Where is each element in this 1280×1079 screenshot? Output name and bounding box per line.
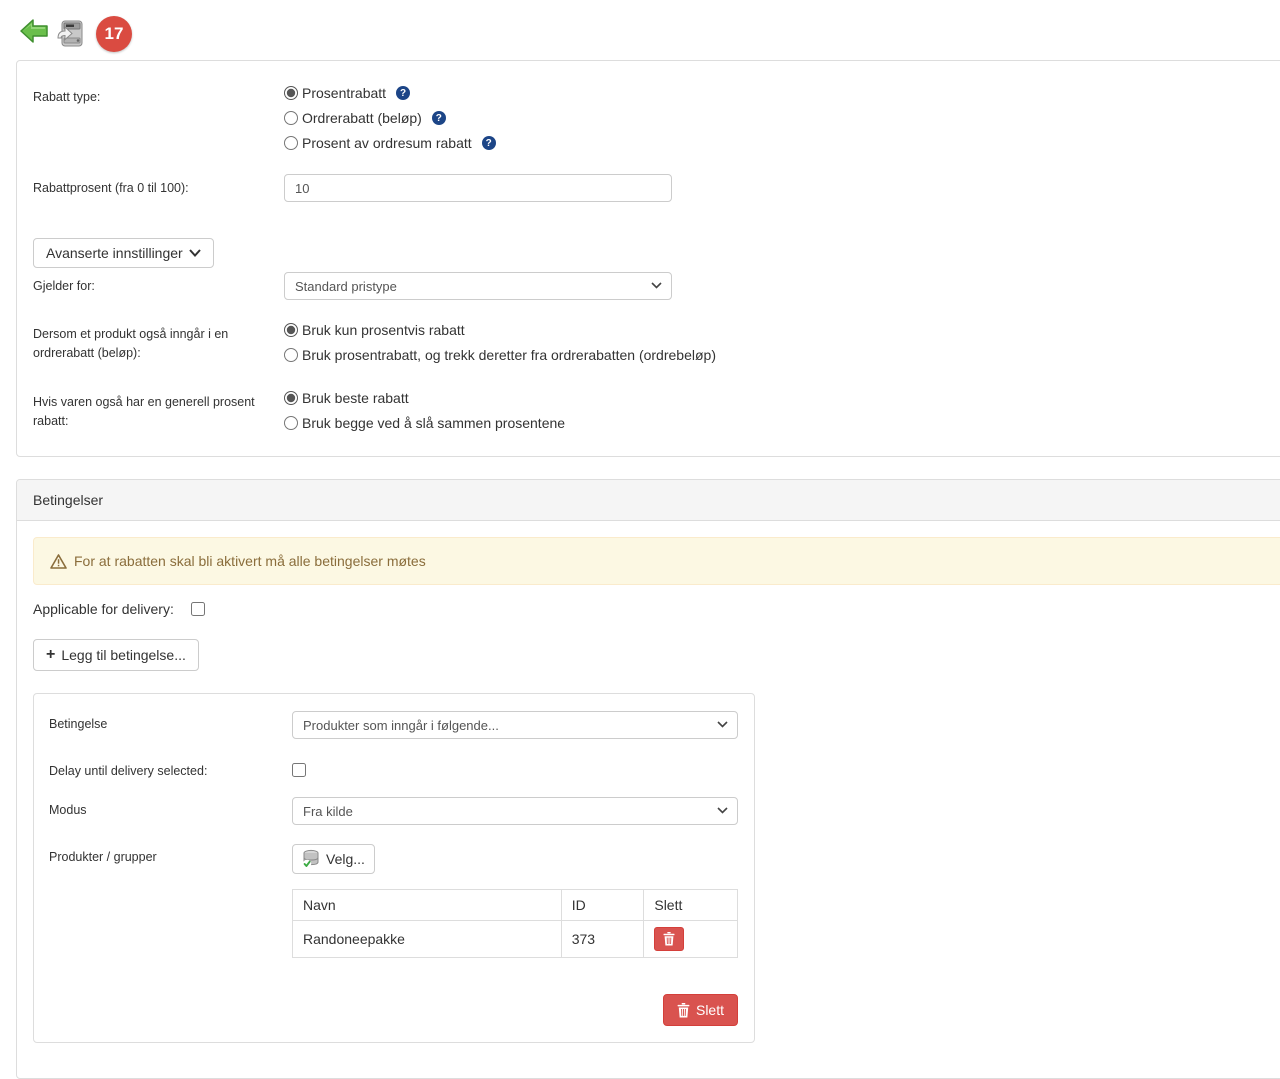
- slett-row: Slett: [49, 994, 738, 1026]
- rabattprosent-row: Rabattprosent (fra 0 til 100):: [33, 174, 1280, 202]
- chevron-down-icon: [651, 282, 662, 289]
- generell-choice-label: Hvis varen også har en generell prosent …: [33, 388, 284, 432]
- gjelder-for-label: Gjelder for:: [33, 272, 284, 296]
- produkter-label: Produkter / grupper: [49, 844, 292, 864]
- rabatt-type-label: Rabatt type:: [33, 83, 284, 107]
- condition-panel: Betingelse Produkter som inngår i følgen…: [33, 693, 755, 1043]
- table-header-navn: Navn: [293, 890, 562, 921]
- radio-option-prosentrabatt[interactable]: Prosentrabatt ?: [284, 83, 496, 103]
- kun-prosentvis-radio[interactable]: [284, 323, 298, 337]
- gjelder-for-value: Standard pristype: [295, 279, 397, 294]
- modus-select[interactable]: Fra kilde: [292, 797, 738, 825]
- rabatt-type-row: Rabatt type: Prosentrabatt ? Ordrerabatt…: [33, 83, 1280, 158]
- generell-choice-row: Hvis varen også har en generell prosent …: [33, 388, 1280, 438]
- delay-row: Delay until delivery selected:: [49, 758, 738, 778]
- rabattprosent-input[interactable]: [284, 174, 672, 202]
- conditions-warning-alert: For at rabatten skal bli aktivert må all…: [33, 537, 1280, 585]
- products-table: Navn ID Slett Randoneepakke 373: [292, 889, 738, 958]
- trekk-deretter-radio[interactable]: [284, 348, 298, 362]
- product-id-cell: 373: [561, 921, 644, 958]
- slett-condition-button[interactable]: Slett: [663, 994, 738, 1026]
- radio-option-ordresum[interactable]: Prosent av ordresum rabatt ?: [284, 133, 496, 153]
- radio-option-beste-rabatt[interactable]: Bruk beste rabatt: [284, 388, 565, 408]
- delete-row-button[interactable]: [654, 927, 684, 951]
- trash-icon: [663, 932, 675, 946]
- radio-option-kun-prosentvis[interactable]: Bruk kun prosentvis rabatt: [284, 320, 716, 340]
- warning-triangle-icon: [50, 554, 67, 569]
- table-row: Randoneepakke 373: [293, 921, 738, 958]
- radio-label: Bruk prosentrabatt, og trekk deretter fr…: [302, 347, 716, 363]
- advanced-settings-label: Avanserte innstillinger: [46, 245, 183, 262]
- help-icon[interactable]: ?: [482, 136, 496, 150]
- database-check-icon: [302, 849, 320, 869]
- table-header-id: ID: [561, 890, 644, 921]
- radio-label: Bruk kun prosentvis rabatt: [302, 322, 465, 338]
- begge-prosentene-radio[interactable]: [284, 416, 298, 430]
- save-drive-icon[interactable]: [56, 18, 86, 51]
- plus-icon: +: [46, 649, 55, 661]
- notification-badge[interactable]: 17: [96, 16, 132, 52]
- betingelse-value: Produkter som inngår i følgende...: [303, 718, 499, 733]
- radio-label: Bruk beste rabatt: [302, 390, 409, 406]
- applicable-for-delivery-checkbox[interactable]: [191, 602, 205, 616]
- gjelder-for-select[interactable]: Standard pristype: [284, 272, 672, 300]
- modus-label: Modus: [49, 797, 292, 817]
- velg-button-label: Velg...: [326, 851, 365, 868]
- betingelser-heading: Betingelser: [17, 480, 1280, 521]
- ordrerabatt-choice-label: Dersom et produkt også inngår i en ordre…: [33, 320, 284, 364]
- applicable-for-delivery-row: Applicable for delivery:: [33, 601, 1280, 617]
- warning-text: For at rabatten skal bli aktivert må all…: [74, 553, 426, 569]
- trash-icon: [677, 1003, 690, 1018]
- betingelse-select[interactable]: Produkter som inngår i følgende...: [292, 711, 738, 739]
- radio-label: Ordrerabatt (beløp): [302, 110, 422, 126]
- discount-settings-panel: Rabatt type: Prosentrabatt ? Ordrerabatt…: [16, 60, 1280, 457]
- delay-until-delivery-checkbox[interactable]: [292, 763, 306, 777]
- slett-button-label: Slett: [696, 1002, 724, 1018]
- radio-label: Bruk begge ved å slå sammen prosentene: [302, 415, 565, 431]
- radio-label: Prosent av ordresum rabatt: [302, 135, 472, 151]
- radio-option-trekk-deretter[interactable]: Bruk prosentrabatt, og trekk deretter fr…: [284, 345, 716, 365]
- toolbar: 17: [0, 0, 1280, 60]
- add-condition-button[interactable]: + Legg til betingelse...: [33, 639, 199, 671]
- advanced-settings-button[interactable]: Avanserte innstillinger: [33, 238, 214, 268]
- table-header-slett: Slett: [644, 890, 738, 921]
- produkter-row: Produkter / grupper Velg...: [49, 844, 738, 874]
- page: 17 Rabatt type: Prosentrabatt ? Ordrerab…: [0, 0, 1280, 1079]
- products-table-row: Navn ID Slett Randoneepakke 373: [49, 887, 738, 958]
- chevron-down-icon: [717, 721, 728, 728]
- product-name-cell: Randoneepakke: [293, 921, 562, 958]
- back-arrow-icon[interactable]: [20, 18, 48, 47]
- velg-button[interactable]: Velg...: [292, 844, 375, 874]
- betingelse-row: Betingelse Produkter som inngår i følgen…: [49, 711, 738, 739]
- ordrerabatt-choice-row: Dersom et produkt også inngår i en ordre…: [33, 320, 1280, 370]
- help-icon[interactable]: ?: [432, 111, 446, 125]
- modus-row: Modus Fra kilde: [49, 797, 738, 825]
- ordrerabatt-radio[interactable]: [284, 111, 298, 125]
- modus-value: Fra kilde: [303, 804, 353, 819]
- chevron-down-icon: [717, 807, 728, 814]
- help-icon[interactable]: ?: [396, 86, 410, 100]
- radio-option-begge-prosentene[interactable]: Bruk begge ved å slå sammen prosentene: [284, 413, 565, 433]
- add-condition-label: Legg til betingelse...: [61, 647, 186, 664]
- betingelse-label: Betingelse: [49, 711, 292, 731]
- applicable-for-delivery-label: Applicable for delivery:: [33, 601, 174, 617]
- rabattprosent-label: Rabattprosent (fra 0 til 100):: [33, 174, 284, 198]
- delay-label: Delay until delivery selected:: [49, 758, 292, 778]
- prosentrabatt-radio[interactable]: [284, 86, 298, 100]
- ordresum-radio[interactable]: [284, 136, 298, 150]
- betingelser-panel: Betingelser For at rabatten skal bli akt…: [16, 479, 1280, 1079]
- radio-option-ordrerabatt[interactable]: Ordrerabatt (beløp) ?: [284, 108, 496, 128]
- beste-rabatt-radio[interactable]: [284, 391, 298, 405]
- radio-label: Prosentrabatt: [302, 85, 386, 101]
- gjelder-for-row: Gjelder for: Standard pristype: [33, 272, 1280, 300]
- betingelser-body: For at rabatten skal bli aktivert må all…: [17, 521, 1280, 1078]
- chevron-down-icon: [189, 249, 201, 257]
